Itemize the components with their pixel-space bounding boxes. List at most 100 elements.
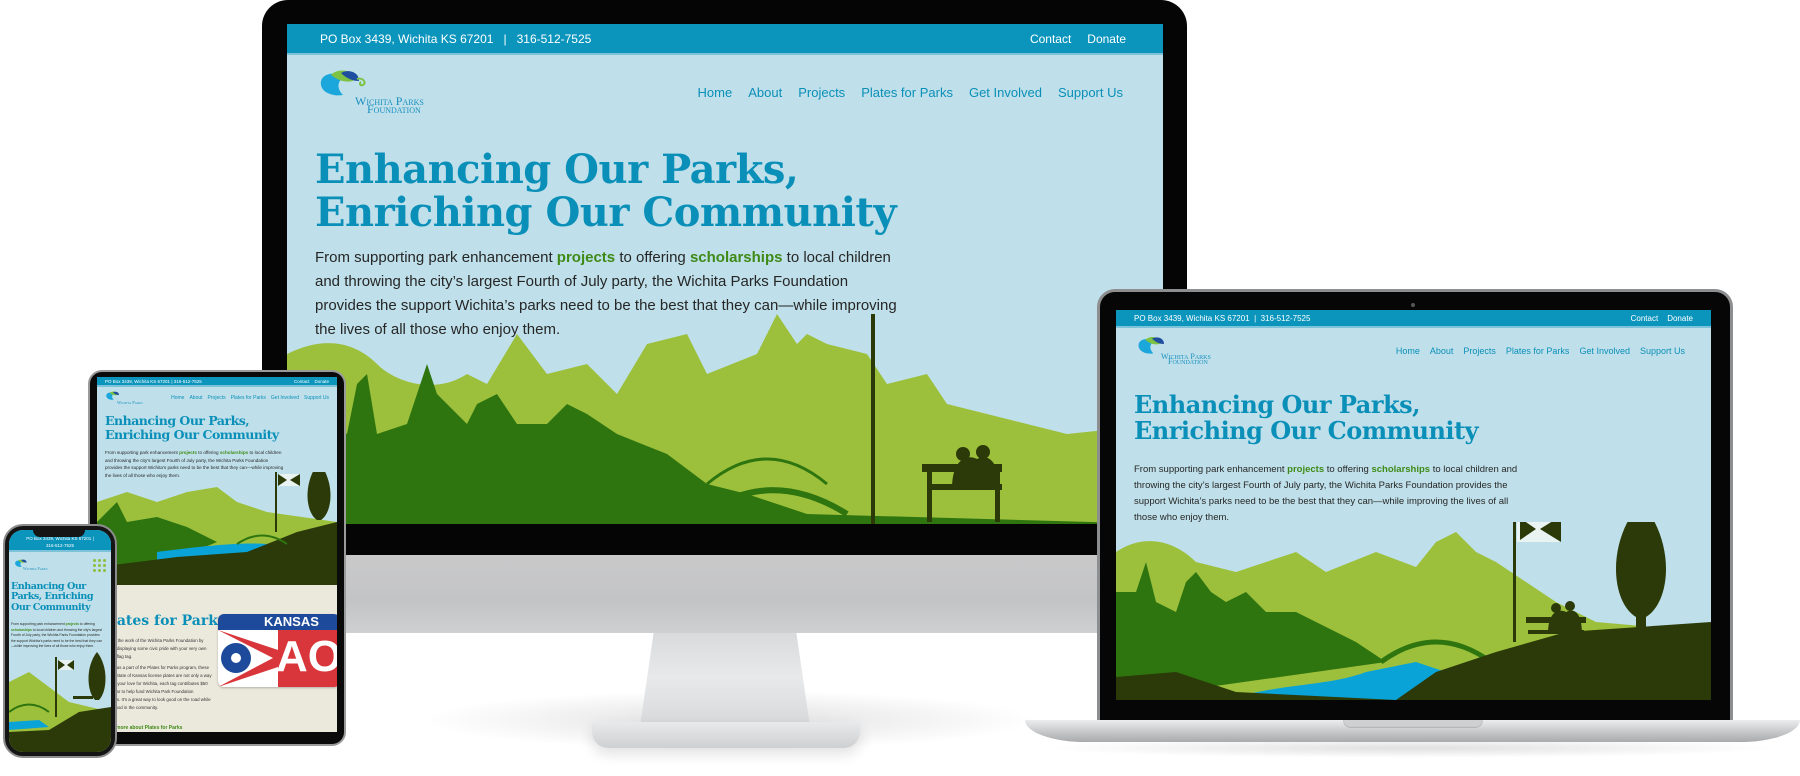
hero-title-line2: Parks, Enriching xyxy=(11,591,94,603)
hero-title-line1: Enhancing Our Parks, xyxy=(315,146,799,193)
nav-plates-for-parks[interactable]: Plates for Parks xyxy=(861,85,953,100)
phone-text[interactable]: 316-512-7525 xyxy=(1261,314,1311,323)
hero-paragraph: From supporting park enhancement project… xyxy=(1134,462,1524,526)
nav-projects[interactable]: Projects xyxy=(208,395,226,401)
site-logo[interactable]: Wichita Parks xyxy=(14,559,48,572)
top-bar: PO Box 3439, Wichita KS 67201 | 316-512-… xyxy=(287,24,1163,55)
plate-number: AO xyxy=(276,632,337,681)
hero-text: to offering xyxy=(1324,464,1372,475)
logo-text-line1: Wichita Parks xyxy=(117,399,143,405)
top-bar: PO Box 3439, Wichita KS 67201 | 316-512-… xyxy=(1116,310,1711,328)
main-navigation: Wichita Parks Home About Projects Plates… xyxy=(97,387,337,409)
nav-plates-for-parks[interactable]: Plates for Parks xyxy=(1506,346,1570,356)
separator: | xyxy=(92,536,94,541)
main-navigation: Wichita Parks Foundation Home About Proj… xyxy=(1116,328,1711,374)
scholarships-link[interactable]: scholarships xyxy=(690,249,783,266)
donate-link[interactable]: Donate xyxy=(1667,314,1693,323)
hero-text: From supporting park enhancement xyxy=(105,450,180,455)
contact-info: PO Box 3439, Wichita KS 67201 | 316-512-… xyxy=(105,379,202,384)
nav-home[interactable]: Home xyxy=(1396,346,1420,356)
separator: | xyxy=(171,378,173,384)
hero-title-line2: Enriching Our Community xyxy=(1134,415,1479,445)
address-text: PO Box 3439, Wichita KS 67201 xyxy=(1134,313,1250,323)
hero-text: From supporting park enhancement xyxy=(1134,464,1288,475)
contact-link[interactable]: Contact xyxy=(1030,32,1071,46)
nav-home[interactable]: Home xyxy=(698,85,733,100)
nav-get-involved[interactable]: Get Involved xyxy=(271,395,299,401)
address-text: PO Box 3439, Wichita KS 67201 xyxy=(320,31,494,46)
nav-support-us[interactable]: Support Us xyxy=(304,395,329,401)
flagpole xyxy=(871,314,875,524)
utility-links: Contact Donate xyxy=(1622,314,1693,323)
imac-website: PO Box 3439, Wichita KS 67201 | 316-512-… xyxy=(287,24,1163,524)
contact-link[interactable]: Contact xyxy=(294,379,310,384)
phone-website: PO Box 3439, Wichita KS 67201 | 316-512-… xyxy=(9,530,111,752)
site-logo[interactable]: Wichita Parks xyxy=(105,391,143,406)
device-mockup-stage: PO Box 3439, Wichita KS 67201 | 316-512-… xyxy=(0,0,1800,776)
scholarships-link[interactable]: scholarships xyxy=(220,450,248,455)
hero-title-line1: Enhancing Our xyxy=(11,581,86,592)
flagpole xyxy=(1513,522,1516,642)
projects-link[interactable]: projects xyxy=(66,622,79,626)
main-navigation: Wichita Parks xyxy=(9,552,111,578)
hero-text: to offering xyxy=(196,450,220,455)
nav-menu: Home About Projects Plates for Parks Get… xyxy=(682,85,1123,100)
hero-title: Enhancing Our Parks, Enriching Our Commu… xyxy=(105,414,279,441)
hero-title-line3: Our Community xyxy=(11,601,91,613)
plates-paragraph-1: Support the work of the Wichita Parks Fo… xyxy=(101,638,207,659)
main-navigation: Wichita Parks Foundation Home About Proj… xyxy=(287,55,1163,129)
phone-text[interactable]: 316-512-7525 xyxy=(517,32,592,46)
contact-info: PO Box 3439, Wichita KS 67201 | 316-512-… xyxy=(1134,314,1310,323)
contact-link[interactable]: Contact xyxy=(1631,314,1659,323)
park-illustration xyxy=(287,314,1163,524)
donate-link[interactable]: Donate xyxy=(314,379,329,384)
nav-about[interactable]: About xyxy=(1430,346,1454,356)
park-illustration xyxy=(9,652,111,752)
projects-link[interactable]: projects xyxy=(557,249,615,266)
phone-text[interactable]: 316-512-7525 xyxy=(46,542,74,549)
contact-info: PO Box 3439, Wichita KS 67201 | 316-512-… xyxy=(320,32,591,46)
camera-icon xyxy=(1411,303,1415,307)
plates-body: Support the work of the Wichita Parks Fo… xyxy=(101,637,213,712)
plates-for-parks-section: Plates for Parks Support the work of the… xyxy=(97,585,337,732)
park-illustration xyxy=(97,472,337,592)
site-logo[interactable]: Wichita Parks Foundation xyxy=(1136,336,1211,366)
plate-state: KANSAS xyxy=(218,614,337,630)
hero-text: From supporting park enhancement xyxy=(11,622,66,626)
hero-title-line2: Enriching Our Community xyxy=(315,189,897,237)
top-bar: PO Box 3439, Wichita KS 67201 | 316-512-… xyxy=(97,377,337,387)
utility-links: Contact Donate xyxy=(1014,32,1126,46)
nav-home[interactable]: Home xyxy=(171,395,184,401)
donate-link[interactable]: Donate xyxy=(1087,32,1126,46)
nav-plates-for-parks[interactable]: Plates for Parks xyxy=(231,395,266,401)
hero-text: to offering xyxy=(78,622,95,626)
nav-about[interactable]: About xyxy=(189,395,202,401)
hero-title: Enhancing Our Parks, Enriching Our Commu… xyxy=(315,146,897,237)
nav-menu: Home About Projects Plates for Parks Get… xyxy=(166,395,329,401)
nav-projects[interactable]: Projects xyxy=(1463,346,1496,356)
hero-paragraph: From supporting park enhancement project… xyxy=(11,622,103,650)
hero-title-line1: Enhancing Our Parks, xyxy=(1134,390,1420,419)
separator: | xyxy=(503,31,507,46)
nav-get-involved[interactable]: Get Involved xyxy=(1579,346,1630,356)
plates-title: Plates for Parks xyxy=(101,613,226,629)
site-logo[interactable]: Wichita Parks Foundation xyxy=(317,69,424,115)
scholarships-link[interactable]: scholarships xyxy=(1371,464,1430,475)
phone-text[interactable]: 316-512-7525 xyxy=(174,379,202,384)
laptop-lid-notch xyxy=(1343,720,1483,728)
hero-text: to offering xyxy=(615,249,690,266)
projects-link[interactable]: projects xyxy=(179,450,197,455)
nav-get-involved[interactable]: Get Involved xyxy=(969,85,1042,100)
imac-stand-foot xyxy=(592,722,860,748)
projects-link[interactable]: projects xyxy=(1287,464,1324,475)
scholarships-link[interactable]: scholarships xyxy=(11,628,32,632)
nav-support-us[interactable]: Support Us xyxy=(1058,85,1123,100)
nav-about[interactable]: About xyxy=(748,85,782,100)
menu-grid-icon[interactable] xyxy=(93,558,106,572)
park-illustration xyxy=(1116,522,1711,700)
nav-support-us[interactable]: Support Us xyxy=(1640,346,1685,356)
address-text: PO Box 3439, Wichita KS 67201 xyxy=(105,378,171,384)
nav-projects[interactable]: Projects xyxy=(798,85,845,100)
logo-text-line1: Wichita Parks xyxy=(23,566,48,571)
tablet-website: PO Box 3439, Wichita KS 67201 | 316-512-… xyxy=(97,377,337,732)
